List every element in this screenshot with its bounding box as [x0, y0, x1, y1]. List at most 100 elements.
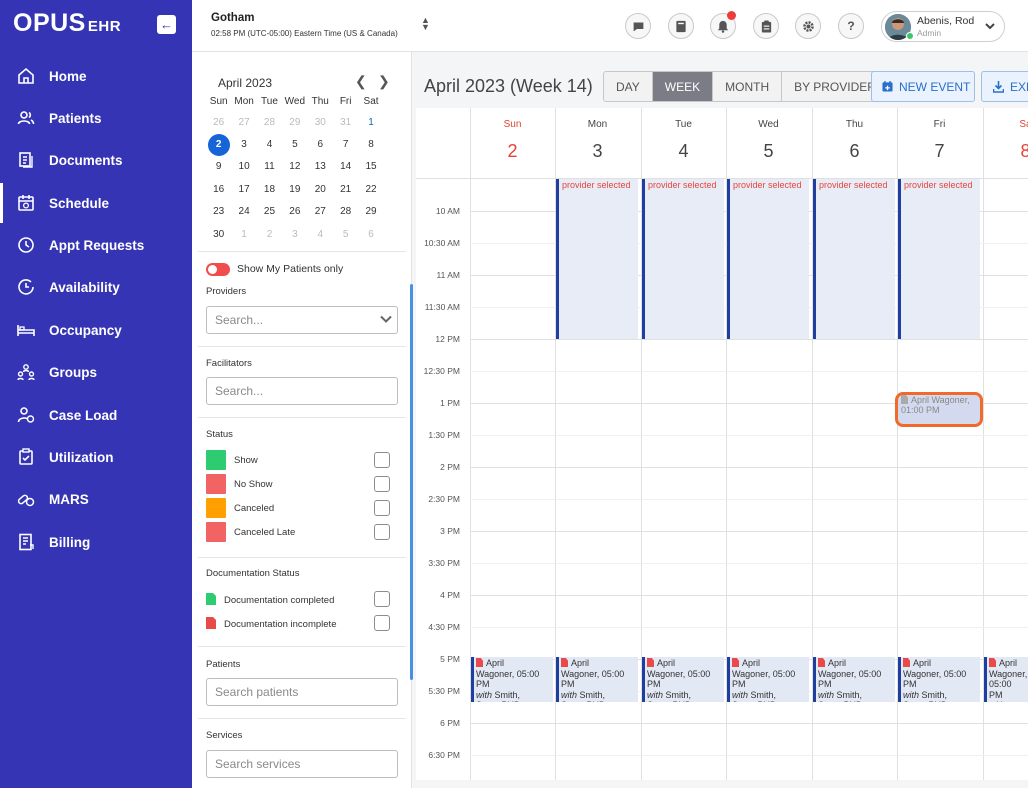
mini-calendar-day[interactable]: 13	[308, 161, 333, 172]
mini-calendar-day[interactable]: 18	[257, 184, 282, 195]
mini-calendar-day[interactable]: 12	[282, 161, 307, 172]
book-icon[interactable]	[668, 13, 694, 39]
sidebar-item-home[interactable]: Home	[0, 56, 192, 96]
mini-calendar-day[interactable]: 17	[231, 184, 256, 195]
panel-scrollbar[interactable]	[410, 284, 413, 680]
day-header-fri[interactable]: Fri 7	[897, 108, 982, 162]
mini-calendar-day[interactable]: 15	[358, 161, 383, 172]
mini-calendar-day[interactable]: 29	[282, 117, 307, 128]
highlighted-event[interactable]: April Wagoner, 01:00 PM	[895, 392, 983, 427]
appointment[interactable]: AprilWagoner, 05:00PMwith Smith,Steve PH…	[727, 657, 809, 702]
day-header-mon[interactable]: Mon 3	[555, 108, 640, 162]
day-header-sun[interactable]: Sun 2	[470, 108, 555, 162]
mini-calendar-day[interactable]: 21	[333, 184, 358, 195]
collapse-sidebar-button[interactable]: ←	[157, 15, 176, 34]
mini-calendar-day[interactable]: 29	[358, 206, 383, 217]
sidebar-item-occupancy[interactable]: Occupancy	[0, 310, 192, 350]
patients-search-input[interactable]: Search patients	[206, 678, 398, 706]
mini-calendar-day[interactable]: 26	[206, 117, 231, 128]
mini-calendar-day[interactable]: 30	[308, 117, 333, 128]
provider-selected-block[interactable]: provider selected	[642, 179, 724, 339]
mini-calendar-day[interactable]: 23	[206, 206, 231, 217]
provider-selected-block[interactable]: provider selected	[813, 179, 895, 339]
provider-selected-block[interactable]: provider selected	[556, 179, 638, 339]
mini-calendar-day[interactable]: 1	[358, 117, 383, 128]
providers-select[interactable]: Search...	[206, 306, 398, 334]
mini-calendar-next-icon[interactable]: ❯	[378, 73, 390, 90]
appointment[interactable]: AprilWagoner, 05:00PMwith Smith,Steve PH…	[642, 657, 724, 702]
my-patients-toggle[interactable]	[206, 263, 230, 276]
sidebar-item-billing[interactable]: Billing	[0, 522, 192, 562]
facilitators-input[interactable]: Search...	[206, 377, 398, 405]
doc-status-checkbox[interactable]	[374, 591, 390, 607]
mini-calendar-day[interactable]: 1	[231, 229, 256, 240]
mini-calendar-day[interactable]: 20	[308, 184, 333, 195]
appointment[interactable]: AprilWagoner, 05:00PMwith Smith,Steve PH…	[556, 657, 638, 702]
mini-calendar-prev-icon[interactable]: ❮	[355, 73, 367, 90]
mini-calendar-day[interactable]: 14	[333, 161, 358, 172]
view-day-button[interactable]: DAY	[604, 72, 653, 101]
sidebar-item-mars[interactable]: MARS	[0, 479, 192, 519]
sidebar-item-appt-requests[interactable]: Appt Requests	[0, 225, 192, 265]
mini-calendar-day[interactable]: 10	[231, 161, 256, 172]
appointment[interactable]: AprilWagoner, 05:00PMwith Smith,Steve PH…	[471, 657, 553, 702]
day-header-wed[interactable]: Wed 5	[726, 108, 811, 162]
mini-calendar-day[interactable]: 3	[231, 139, 256, 150]
mini-calendar-day[interactable]: 31	[333, 117, 358, 128]
sidebar-item-utilization[interactable]: Utilization	[0, 437, 192, 477]
mini-calendar-day[interactable]: 25	[257, 206, 282, 217]
sidebar-item-availability[interactable]: Availability	[0, 267, 192, 307]
app-logo[interactable]: OPUS EHR	[13, 9, 121, 38]
mini-calendar-day[interactable]: 6	[308, 139, 333, 150]
mini-calendar-day[interactable]: 7	[333, 139, 358, 150]
mini-calendar-day[interactable]: 27	[308, 206, 333, 217]
status-checkbox[interactable]	[374, 500, 390, 516]
doc-status-checkbox[interactable]	[374, 615, 390, 631]
export-button[interactable]: EXP	[981, 71, 1028, 102]
mini-calendar-day[interactable]: 27	[231, 117, 256, 128]
appointment[interactable]: AprilWagoner, 05:00PMwith Smith,Steve PH…	[984, 657, 1028, 702]
location-switch-icon[interactable]: ▲ ▼	[421, 16, 430, 32]
mini-calendar-day[interactable]: 3	[282, 229, 307, 240]
sidebar-item-patients[interactable]: Patients	[0, 98, 192, 138]
mini-calendar-day[interactable]: 28	[257, 117, 282, 128]
appointment[interactable]: AprilWagoner, 05:00PMwith Smith,Steve PH…	[813, 657, 895, 702]
mini-calendar-day[interactable]: 2	[206, 133, 231, 156]
day-header-tue[interactable]: Tue 4	[641, 108, 726, 162]
status-checkbox[interactable]	[374, 524, 390, 540]
user-menu[interactable]: Abenis, Rod Admin	[881, 11, 1005, 42]
mini-calendar-day[interactable]: 19	[282, 184, 307, 195]
clipboard-icon[interactable]	[753, 13, 779, 39]
sidebar-item-documents[interactable]: Documents	[0, 140, 192, 180]
mini-calendar-day[interactable]: 4	[308, 229, 333, 240]
mini-calendar-day[interactable]: 8	[358, 139, 383, 150]
status-checkbox[interactable]	[374, 452, 390, 468]
mini-calendar-day[interactable]: 26	[282, 206, 307, 217]
mini-calendar-day[interactable]: 11	[257, 161, 282, 172]
sidebar-item-case-load[interactable]: Case Load	[0, 395, 192, 435]
provider-selected-block[interactable]: provider selected	[898, 179, 980, 339]
mini-calendar-day[interactable]: 22	[358, 184, 383, 195]
services-search-input[interactable]: Search services	[206, 750, 398, 778]
mini-calendar-day[interactable]: 28	[333, 206, 358, 217]
appointment[interactable]: AprilWagoner, 05:00PMwith Smith,Steve PH…	[898, 657, 980, 702]
view-month-button[interactable]: MONTH	[713, 72, 783, 101]
mini-calendar-day[interactable]: 24	[231, 206, 256, 217]
location-name[interactable]: Gotham	[211, 12, 254, 24]
mini-calendar-day[interactable]: 9	[206, 161, 231, 172]
status-checkbox[interactable]	[374, 476, 390, 492]
day-header-thu[interactable]: Thu 6	[812, 108, 897, 162]
help-icon[interactable]: ?	[838, 13, 864, 39]
gear-icon[interactable]	[795, 13, 821, 39]
mini-calendar-day[interactable]: 6	[358, 229, 383, 240]
day-header-sa[interactable]: Sa 8	[983, 108, 1028, 162]
mini-calendar-day[interactable]: 4	[257, 139, 282, 150]
new-event-button[interactable]: NEW EVENT	[871, 71, 975, 102]
mini-calendar-day[interactable]: 30	[206, 229, 231, 240]
sidebar-item-groups[interactable]: Groups	[0, 352, 192, 392]
mini-calendar-day[interactable]: 5	[282, 139, 307, 150]
provider-selected-block[interactable]: provider selected	[727, 179, 809, 339]
sidebar-item-schedule[interactable]: Schedule	[0, 183, 192, 223]
mini-calendar-day[interactable]: 2	[257, 229, 282, 240]
mini-calendar-day[interactable]: 16	[206, 184, 231, 195]
